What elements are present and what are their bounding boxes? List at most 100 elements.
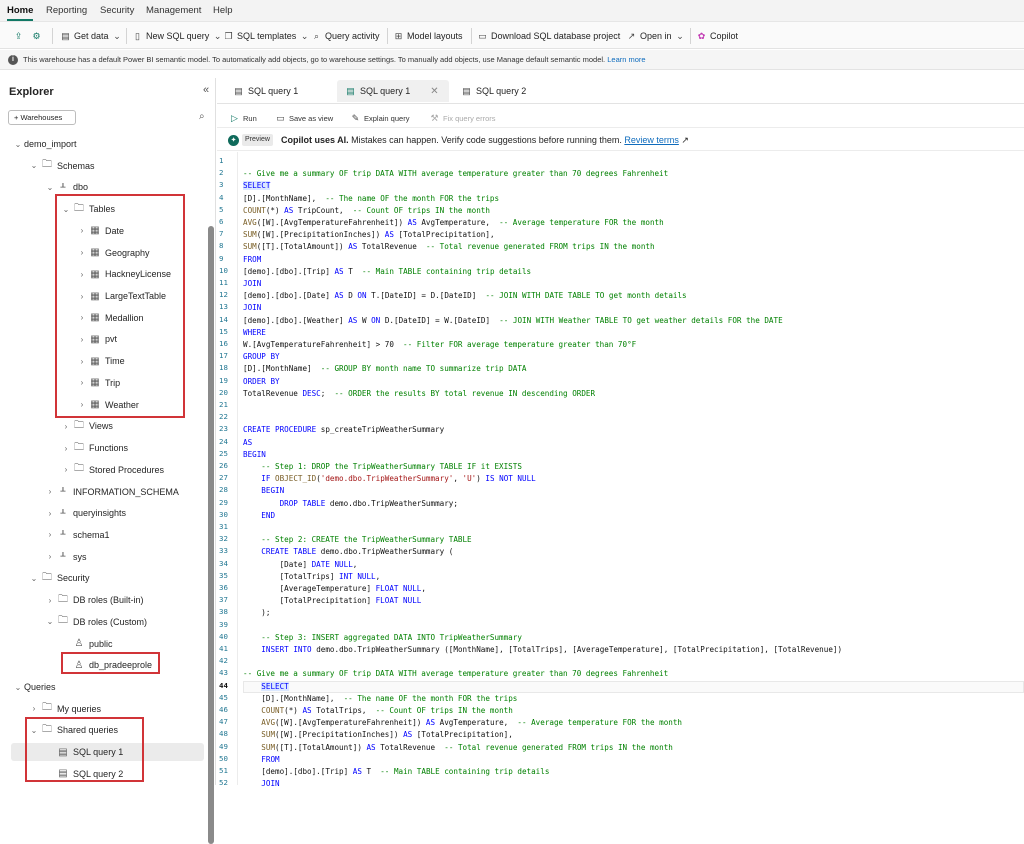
model-layouts-button[interactable]: ⊞ Model layouts — [393, 30, 463, 42]
code-line[interactable]: [D].[MonthName], -- The name OF the mont… — [243, 193, 499, 205]
code-line[interactable]: JOIN — [243, 302, 261, 314]
chevron-right-icon[interactable]: › — [60, 444, 72, 453]
code-line[interactable]: SUM([W].[PrecipitationInches]) AS [Total… — [243, 229, 495, 241]
code-line[interactable]: JOIN — [243, 278, 261, 290]
chevron-down-icon[interactable]: ⌄ — [28, 161, 40, 170]
code-line[interactable]: ); — [243, 607, 270, 619]
chevron-right-icon[interactable]: › — [44, 552, 56, 561]
code-line[interactable]: -- Step 2: CREATE the TripWeatherSummary… — [243, 534, 471, 546]
close-icon[interactable]: ✕ — [430, 86, 438, 97]
code-area[interactable]: 1 2 -- Give me a summary OF trip DATA WITH… — [217, 152, 1024, 788]
new-sql-query-button[interactable]: ▯ New SQL query ⌄ — [132, 30, 223, 42]
menu-tab-security[interactable]: Security — [100, 5, 134, 16]
tree-item-db-roles-custom-[interactable]: ⌄ 🗀 DB roles (Custom) — [44, 613, 147, 631]
code-line[interactable]: AVG([W].[AvgTemperatureFahrenheit]) AS A… — [243, 717, 682, 729]
tree-item-queryinsights[interactable]: › ᚆ queryinsights — [44, 504, 126, 522]
review-terms-link[interactable]: Review terms — [624, 135, 679, 145]
tree-item-functions[interactable]: › 🗀 Functions — [60, 439, 128, 457]
tree-item-sql-query-1[interactable]: ▤ SQL query 1 — [11, 743, 204, 762]
explain-query-button[interactable]: ✎ Explain query — [350, 113, 410, 124]
tree-item-sql-query-2[interactable]: ▤ SQL query 2 — [44, 765, 123, 783]
code-line[interactable]: [D].[MonthName], -- The name OF the mont… — [243, 693, 517, 705]
code-line[interactable]: W.[AvgTemperatureFahrenheit] > 70 -- Fil… — [243, 339, 636, 351]
tree-item-db-pradeeprole[interactable]: ♙ db_pradeeprole — [60, 656, 153, 674]
chevron-right-icon[interactable]: › — [44, 530, 56, 539]
tree-item-stored-procedures[interactable]: › 🗀 Stored Procedures — [60, 461, 164, 479]
fix-query-errors-button[interactable]: ⚒ Fix query errors — [429, 113, 495, 124]
search-icon[interactable]: ⌕ — [199, 111, 205, 122]
tree-item-security[interactable]: ⌄ 🗀 Security — [28, 569, 90, 587]
code-line[interactable]: SELECT — [243, 180, 271, 192]
chevron-right-icon[interactable]: › — [76, 313, 88, 322]
code-line[interactable]: AVG([W].[AvgTemperatureFahrenheit]) AS A… — [243, 217, 664, 229]
code-line[interactable]: SUM([T].[TotalAmount]) AS TotalRevenue -… — [243, 742, 673, 754]
code-line[interactable]: COUNT(*) AS TripCount, -- Count OF trips… — [243, 205, 490, 217]
menu-tab-home[interactable]: Home — [7, 5, 34, 21]
sql-templates-button[interactable]: ❐ SQL templates ⌄ — [223, 30, 310, 42]
chevron-down-icon[interactable]: ⌄ — [44, 617, 56, 626]
tab-sql-query[interactable]: ▤ SQL query 1 — [225, 80, 306, 102]
tree-item-dbo[interactable]: ⌄ ᚆ dbo — [44, 178, 88, 196]
code-line[interactable]: [Date] DATE NULL, — [243, 559, 358, 571]
code-line[interactable]: [TotalTrips] INT NULL, — [243, 571, 381, 583]
tree-item-largetexttable[interactable]: › ▦ LargeTextTable — [76, 287, 166, 305]
menu-tab-reporting[interactable]: Reporting — [46, 5, 87, 16]
new-item-icon[interactable]: ⇪ — [13, 30, 24, 42]
code-line[interactable]: GROUP BY — [243, 351, 280, 363]
tree-item-db-roles-built-in-[interactable]: › 🗀 DB roles (Built-in) — [44, 591, 144, 609]
code-line[interactable]: SELECT — [243, 681, 289, 693]
tree-item-queries[interactable]: ⌄ Queries — [12, 678, 56, 696]
chevron-right-icon[interactable]: › — [76, 378, 88, 387]
tree-item-weather[interactable]: › ▦ Weather — [76, 396, 139, 414]
code-line[interactable]: AS — [243, 437, 252, 449]
tree-item-date[interactable]: › ▦ Date — [76, 222, 124, 240]
code-line[interactable]: SUM([W].[PrecipitationInches]) AS [Total… — [243, 729, 513, 741]
code-line[interactable]: JOIN — [243, 778, 279, 790]
explorer-scrollbar[interactable] — [208, 226, 214, 844]
code-line[interactable]: END — [243, 510, 275, 522]
chevron-right-icon[interactable]: › — [44, 487, 56, 496]
code-line[interactable]: [demo].[dbo].[Trip] AS T -- Main TABLE c… — [243, 766, 549, 778]
download-project-button[interactable]: ▭ Download SQL database project — [477, 30, 620, 42]
tree-item-demo-import[interactable]: ⌄ demo_import — [12, 135, 77, 153]
menu-tab-help[interactable]: Help — [213, 5, 233, 16]
code-line[interactable]: BEGIN — [243, 485, 284, 497]
run-button[interactable]: ▷ Run — [229, 113, 257, 124]
chevron-down-icon[interactable]: ⌄ — [12, 140, 24, 149]
code-line[interactable]: DROP TABLE demo.dbo.TripWeatherSummary; — [243, 498, 458, 510]
menu-tab-management[interactable]: Management — [146, 5, 201, 16]
tree-item-views[interactable]: › 🗀 Views — [60, 417, 113, 435]
tree-item-schema1[interactable]: › ᚆ schema1 — [44, 526, 110, 544]
chevron-right-icon[interactable]: › — [76, 248, 88, 257]
code-line[interactable]: COUNT(*) AS TotalTrips, -- Count OF trip… — [243, 705, 512, 717]
save-as-view-button[interactable]: ▭ Save as view — [275, 113, 333, 124]
tab-sql-query[interactable]: ▤ SQL query 1 ✕ — [337, 80, 449, 102]
tab-sql-query[interactable]: ▤ SQL query 2 — [453, 80, 534, 102]
code-line[interactable]: [AverageTemperature] FLOAT NULL, — [243, 583, 426, 595]
chevron-down-icon[interactable]: ⌄ — [12, 683, 24, 692]
copilot-button[interactable]: ✿ Copilot — [696, 30, 738, 42]
code-line[interactable]: -- Give me a summary OF trip DATA WITH a… — [243, 168, 668, 180]
tree-item-tables[interactable]: ⌄ 🗀 Tables — [60, 200, 115, 218]
code-line[interactable]: TotalRevenue DESC; -- ORDER the results … — [243, 388, 595, 400]
chevron-right-icon[interactable]: › — [60, 422, 72, 431]
code-line[interactable]: [D].[MonthName] -- GROUP BY month name T… — [243, 363, 526, 375]
code-line[interactable]: CREATE TABLE demo.dbo.TripWeatherSummary… — [243, 546, 453, 558]
code-line[interactable]: -- Step 3: INSERT aggregated DATA INTO T… — [243, 632, 522, 644]
open-in-button[interactable]: ↗ Open in ⌄ — [626, 30, 686, 42]
chevron-right-icon[interactable]: › — [44, 509, 56, 518]
code-line[interactable]: [demo].[dbo].[Trip] AS T -- Main TABLE c… — [243, 266, 531, 278]
code-line[interactable]: IF OBJECT_ID('demo.dbo.TripWeatherSummar… — [243, 473, 535, 485]
code-line[interactable]: FROM — [243, 254, 261, 266]
chevron-down-icon[interactable]: ⌄ — [28, 574, 40, 583]
chevron-down-icon[interactable]: ⌄ — [44, 183, 56, 192]
code-line[interactable]: [demo].[dbo].[Date] AS D ON T.[DateID] =… — [243, 290, 687, 302]
code-line[interactable]: -- Give me a summary OF trip DATA WITH a… — [243, 668, 668, 680]
tree-item-my-queries[interactable]: › 🗀 My queries — [28, 700, 101, 718]
chevron-right-icon[interactable]: › — [44, 596, 56, 605]
code-line[interactable]: BEGIN — [243, 449, 266, 461]
tree-item-information-schema[interactable]: › ᚆ INFORMATION_SCHEMA — [44, 483, 179, 501]
tree-item-pvt[interactable]: › ▦ pvt — [76, 330, 117, 348]
learn-more-link[interactable]: Learn more — [607, 55, 645, 64]
code-line[interactable]: SUM([T].[TotalAmount]) AS TotalRevenue -… — [243, 241, 655, 253]
